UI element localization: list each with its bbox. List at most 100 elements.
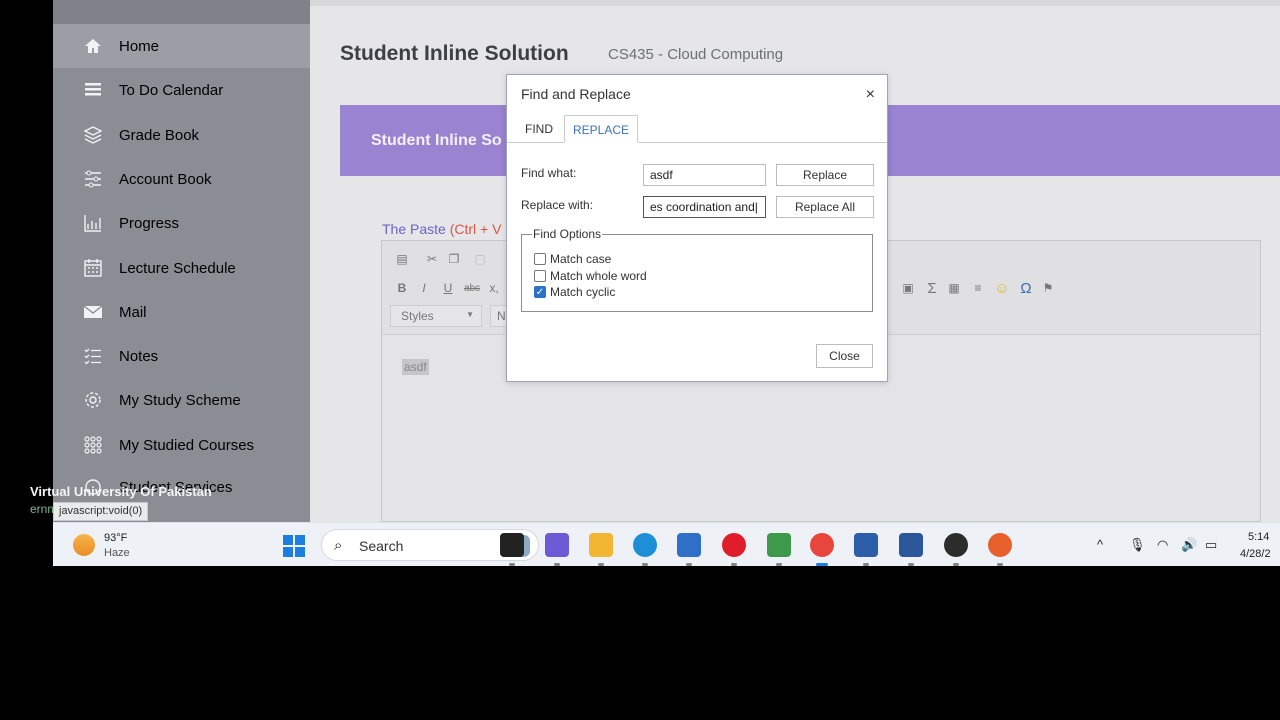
subscript-icon[interactable]: x, (486, 280, 502, 296)
dialog-title: Find and Replace (521, 86, 631, 102)
editor-label: The Paste (Ctrl + V (382, 221, 501, 237)
weather-description[interactable]: Haze (104, 547, 130, 559)
obs-icon[interactable] (944, 533, 968, 566)
find-what-input[interactable]: asdf (643, 164, 766, 186)
styles-select-value: Styles (401, 309, 434, 323)
chrome-icon[interactable] (810, 533, 834, 566)
sidebar-item-progress[interactable]: Progress (53, 201, 310, 245)
search-placeholder: Search (359, 538, 404, 554)
home-icon (83, 36, 103, 56)
editor-label-text: The Paste (382, 221, 446, 237)
virtualbox-icon[interactable] (854, 533, 878, 566)
opera-icon[interactable] (722, 533, 746, 566)
sidebar-item-label: Mail (119, 303, 147, 321)
wifi-icon[interactable]: ◠ (1157, 537, 1168, 553)
grid-icon (83, 435, 103, 455)
word-icon[interactable] (899, 533, 923, 566)
chart-icon (83, 213, 103, 233)
styles-select[interactable]: Styles ▼ (390, 305, 482, 327)
editor-selected-text: asdf (402, 359, 429, 375)
smiley-icon[interactable]: ☺ (994, 280, 1010, 297)
app-6-icon[interactable] (767, 533, 791, 566)
omega-icon[interactable]: Ω (1018, 280, 1034, 297)
match-whole-word-checkbox[interactable] (534, 270, 546, 282)
mail-icon (83, 302, 103, 322)
tab-replace[interactable]: REPLACE (564, 115, 639, 143)
volume-icon[interactable]: 🔊 (1181, 537, 1197, 553)
find-what-label: Find what: (521, 166, 577, 180)
image-icon[interactable]: ▣ (900, 280, 916, 296)
cut-icon[interactable]: ✂ (424, 251, 440, 267)
sidebar-item-account-book[interactable]: Account Book (53, 157, 310, 201)
copy-icon[interactable]: ❐ (446, 251, 462, 267)
replace-button[interactable]: Replace (776, 164, 874, 186)
calendar-icon (83, 258, 103, 278)
sidebar-item-my-study-scheme[interactable]: My Study Scheme (53, 378, 310, 422)
store-icon[interactable] (677, 533, 701, 566)
search-icon: ⌕ (334, 537, 343, 554)
find-options-legend: Find Options (532, 227, 603, 241)
dialog-tabs: FIND REPLACE (507, 115, 887, 143)
sidebar-item-grade-book[interactable]: Grade Book (53, 113, 310, 157)
sidebar-item-to-do-calendar[interactable]: To Do Calendar (53, 68, 310, 112)
replace-with-input[interactable]: es coordination and| (643, 196, 766, 218)
sigma-icon[interactable]: Σ (924, 280, 940, 297)
match-case-option[interactable]: Match case (534, 252, 611, 266)
replace-all-button[interactable]: Replace All (776, 196, 874, 218)
bold-icon[interactable]: B (394, 280, 410, 296)
battery-icon[interactable]: ▭ (1205, 537, 1217, 553)
clock-time[interactable]: 5:14 (1248, 531, 1269, 543)
gear-icon (83, 390, 103, 410)
file-explorer-icon[interactable] (589, 533, 613, 566)
match-cyclic-label: Match cyclic (550, 285, 616, 299)
sidebar-topbar (53, 0, 310, 25)
chevron-up-icon[interactable]: ^ (1097, 537, 1103, 552)
replace-with-label: Replace with: (521, 198, 594, 212)
match-whole-word-option[interactable]: Match whole word (534, 269, 647, 283)
sidebar-item-home[interactable]: Home (53, 24, 310, 68)
flag-icon[interactable]: ⚑ (1040, 280, 1056, 296)
weather-temperature[interactable]: 93°F (104, 532, 127, 544)
pdf-icon[interactable]: ▤ (394, 251, 410, 267)
sidebar-item-label: My Study Scheme (119, 391, 241, 409)
windows-start-icon[interactable] (283, 535, 305, 557)
table-icon[interactable]: ▦ (946, 280, 962, 296)
sidebar-item-lecture-schedule[interactable]: Lecture Schedule (53, 246, 310, 290)
tab-find[interactable]: FIND (517, 115, 561, 143)
match-case-checkbox[interactable] (534, 253, 546, 265)
strikethrough-icon[interactable]: abc (464, 280, 480, 296)
edge-icon[interactable] (633, 533, 657, 566)
italic-icon[interactable]: I (416, 280, 432, 296)
chevron-down-icon: ▼ (466, 310, 474, 319)
university-name: Virtual University Of Pakistan (30, 484, 212, 499)
left-letterbox (0, 0, 53, 566)
checklist-icon (83, 346, 103, 366)
close-icon[interactable]: × (866, 86, 875, 104)
close-button[interactable]: Close (816, 344, 873, 368)
task-view-icon[interactable] (500, 533, 524, 566)
sidebar-item-my-studied-courses[interactable]: My Studied Courses (53, 423, 310, 467)
banner-text: Student Inline So (371, 132, 502, 149)
sidebar-item-mail[interactable]: Mail (53, 290, 310, 334)
sidebar-item-label: Grade Book (119, 126, 200, 144)
sidebar-item-label: Account Book (119, 170, 212, 188)
teams-icon[interactable] (545, 533, 569, 566)
status-bar-url: javascript:void(0) (53, 502, 149, 521)
dialog-body: Find what: asdf Replace Replace with: es… (507, 143, 887, 381)
sidebar-item-notes[interactable]: Notes (53, 334, 310, 378)
microphone-icon[interactable]: 🎙 (1129, 537, 1146, 553)
paste-icon[interactable]: ▢ (472, 251, 488, 267)
page-title: Student Inline Solution (340, 42, 569, 65)
underline-icon[interactable]: U (440, 280, 456, 296)
weather-sun-icon[interactable] (73, 534, 95, 556)
main-topline (310, 0, 1280, 6)
match-cyclic-checkbox[interactable]: ✓ (534, 286, 546, 298)
clock-date[interactable]: 4/28/2 (1240, 548, 1271, 560)
taskbar: 93°F Haze ⌕ Search ^ 🎙 ◠ 🔊 ▭ 5:14 4/28/2 (53, 522, 1280, 566)
sidebar-item-label: Progress (119, 214, 180, 232)
match-case-label: Match case (550, 252, 612, 266)
horizontal-line-icon[interactable]: ≡ (970, 280, 986, 296)
sidebar-item-label: Notes (119, 347, 159, 365)
media-player-icon[interactable] (988, 533, 1012, 566)
match-cyclic-option[interactable]: ✓ Match cyclic (534, 285, 615, 299)
